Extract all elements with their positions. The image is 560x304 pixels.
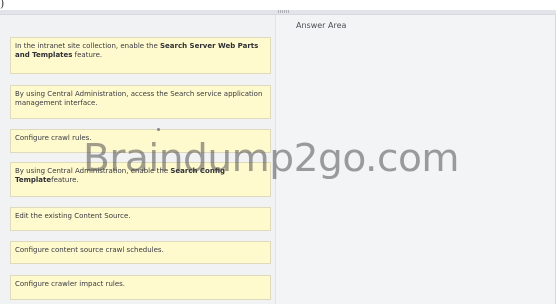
drag-handle-icon[interactable]: [278, 10, 290, 13]
step-item[interactable]: By using Central Administration, access …: [10, 85, 271, 119]
step-item[interactable]: Edit the existing Content Source.: [10, 207, 271, 231]
item-text: By using Central Administration, access …: [15, 90, 263, 107]
item-text: Configure content source crawl schedules…: [15, 246, 164, 254]
step-item[interactable]: Configure crawler impact rules.: [10, 275, 271, 300]
top-caption: ): [0, 0, 560, 10]
step-item[interactable]: Configure content source crawl schedules…: [10, 241, 271, 264]
step-item[interactable]: By using Central Administration, enable …: [10, 162, 271, 197]
answer-area-title: Answer Area: [296, 21, 347, 30]
step-item[interactable]: In the intranet site collection, enable …: [10, 37, 271, 74]
small-dot-icon: [157, 128, 160, 131]
item-text: Configure crawl rules.: [15, 134, 92, 142]
item-text: feature.: [51, 176, 79, 184]
item-text: In the intranet site collection, enable …: [15, 42, 161, 50]
item-text: Configure crawler impact rules.: [15, 280, 126, 288]
answer-area-panel[interactable]: [277, 10, 555, 304]
item-text: By using Central Administration, enable …: [15, 167, 171, 175]
top-caption-left: ): [0, 0, 5, 10]
item-text: feature.: [72, 51, 103, 59]
item-text: Edit the existing Content Source.: [15, 212, 131, 220]
drag-drop-question: ) Answer Area In the intranet site colle…: [0, 0, 560, 304]
step-item[interactable]: Configure crawl rules.: [10, 129, 271, 153]
